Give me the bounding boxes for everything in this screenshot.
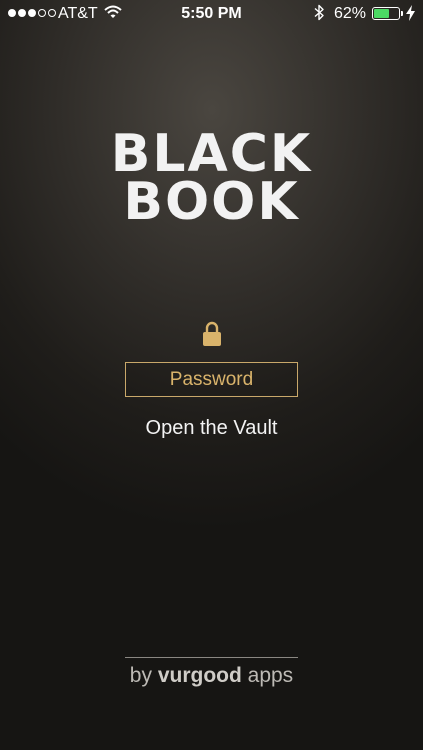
battery-icon — [372, 7, 400, 20]
battery-terminal — [401, 11, 403, 16]
credit-suffix: apps — [241, 664, 294, 687]
app-logo: BLACK BOOK — [0, 124, 423, 232]
logo-line-book: BOOK — [123, 172, 300, 232]
credit-prefix: by — [129, 664, 158, 687]
credit-brand: vurgood — [157, 664, 242, 687]
bolt-icon — [406, 5, 415, 21]
developer-credit: by vurgood apps — [0, 664, 423, 688]
battery-percentage: 62% — [334, 5, 367, 22]
footer-divider — [125, 657, 298, 658]
logo-line-black: BLACK — [110, 124, 313, 184]
status-bar: AT&T 5:50 PM 62% — [0, 0, 423, 28]
battery-level-fill — [374, 9, 389, 18]
password-input[interactable] — [125, 362, 298, 397]
lock-icon — [203, 321, 221, 346]
open-vault-button[interactable]: Open the Vault — [0, 417, 423, 440]
bluetooth-icon — [314, 4, 324, 21]
